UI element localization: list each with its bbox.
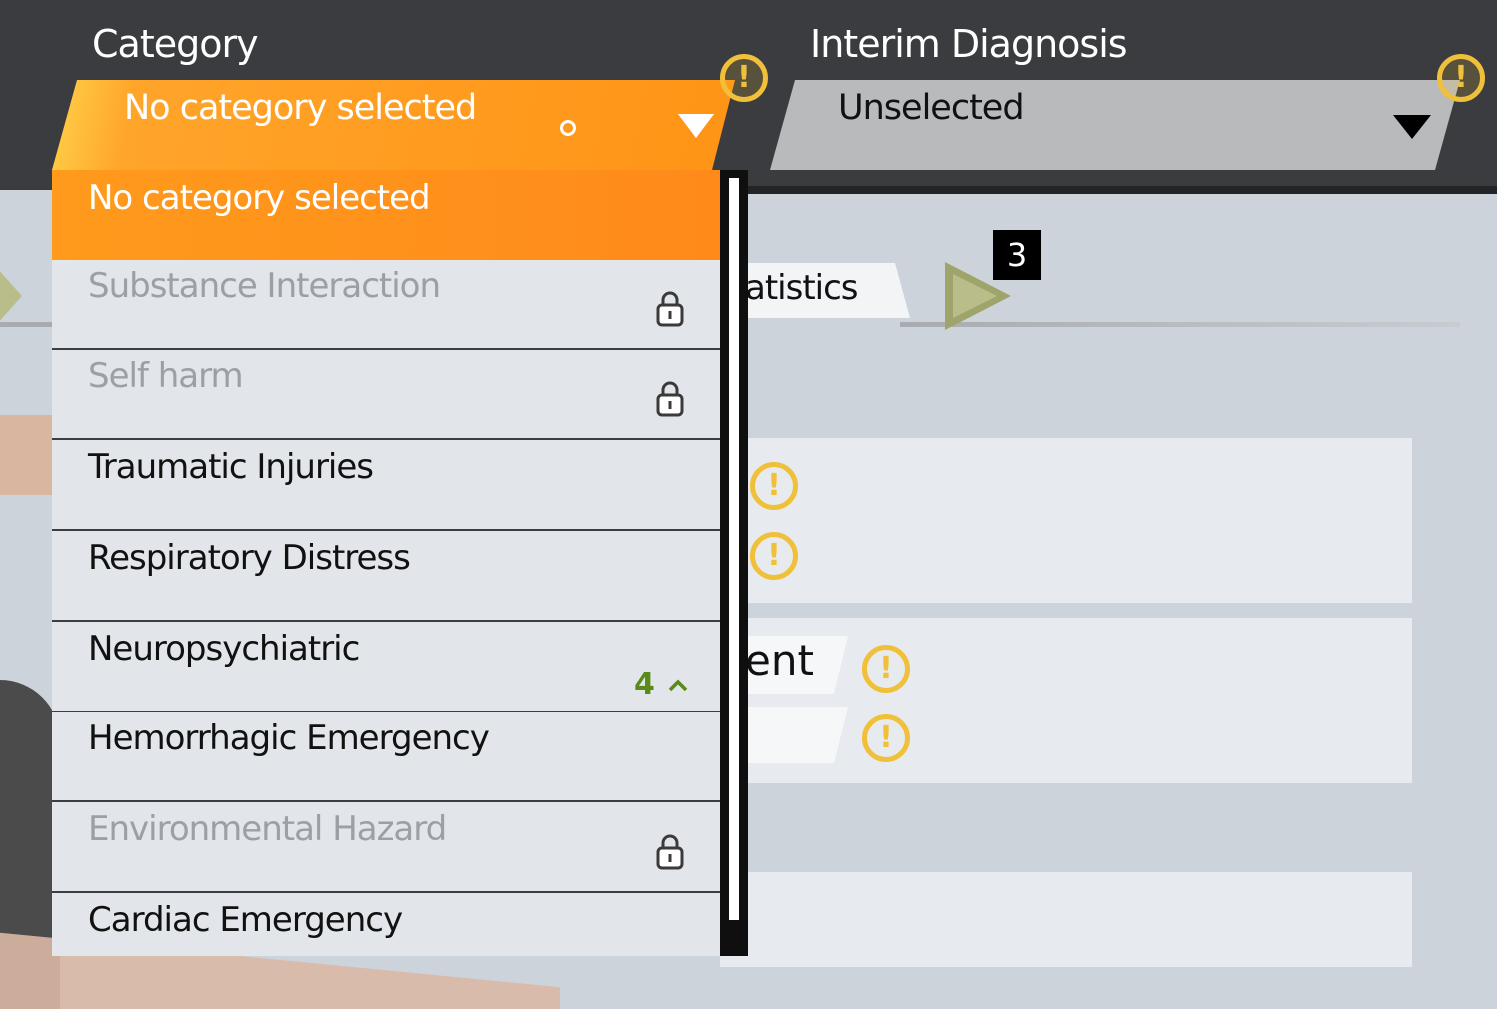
diagnosis-dropdown-value: Unselected: [838, 88, 1025, 128]
category-warning-icon: !: [720, 54, 768, 102]
list-item[interactable]: Neuropsychiatric 4: [52, 623, 720, 713]
list-item-label: Environmental Hazard: [88, 809, 447, 849]
chevron-up-icon: [669, 679, 688, 691]
lock-icon: [656, 834, 684, 870]
list-item[interactable]: Hemorrhagic Emergency: [52, 712, 720, 802]
list-item[interactable]: Self harm: [52, 350, 720, 440]
item-counter: 4: [634, 667, 689, 702]
category-dropdown-value: No category selected: [124, 88, 477, 128]
count-badge: 3: [993, 230, 1041, 280]
list-item-label: Self harm: [88, 356, 244, 396]
info-panel: [720, 438, 1412, 603]
warning-icon: !: [862, 645, 910, 693]
chevron-down-icon[interactable]: [678, 114, 714, 138]
list-item[interactable]: Environmental Hazard: [52, 803, 720, 893]
list-item[interactable]: No category selected: [52, 170, 720, 260]
list-item-label: No category selected: [88, 178, 431, 218]
list-item-label: Substance Interaction: [88, 266, 441, 306]
dropdown-scrollbar-thumb[interactable]: [729, 178, 739, 920]
list-item-label: Respiratory Distress: [88, 538, 411, 578]
chevron-down-icon[interactable]: [1393, 115, 1431, 139]
warning-icon: !: [862, 714, 910, 762]
diagnosis-label: Interim Diagnosis: [810, 22, 1128, 66]
play-icon-inner: [953, 274, 997, 318]
tab-underline: [0, 322, 60, 327]
list-item-label: Hemorrhagic Emergency: [88, 718, 490, 758]
item-counter-value: 4: [634, 667, 655, 702]
lock-icon: [656, 291, 684, 327]
info-panel: [720, 872, 1412, 967]
cursor-dot-icon: [560, 120, 576, 136]
list-item-label: Cardiac Emergency: [88, 900, 403, 940]
warning-icon: !: [750, 462, 798, 510]
patient-illustration: [0, 415, 60, 495]
diagnosis-warning-icon: !: [1437, 54, 1485, 102]
list-item-label: Traumatic Injuries: [88, 447, 374, 487]
list-item[interactable]: Traumatic Injuries: [52, 441, 720, 531]
section-heading-partial: ent: [745, 636, 814, 685]
category-dropdown-list: No category selected Substance Interacti…: [52, 170, 720, 956]
category-label: Category: [92, 22, 259, 66]
list-item[interactable]: Cardiac Emergency: [52, 894, 720, 956]
lock-icon: [656, 381, 684, 417]
warning-icon: !: [750, 532, 798, 580]
header-divider: [720, 186, 1497, 194]
list-item[interactable]: Respiratory Distress: [52, 532, 720, 622]
list-item[interactable]: Substance Interaction: [52, 260, 720, 350]
list-item-label: Neuropsychiatric: [88, 629, 360, 669]
tab-statistics-label: atistics: [745, 268, 859, 308]
